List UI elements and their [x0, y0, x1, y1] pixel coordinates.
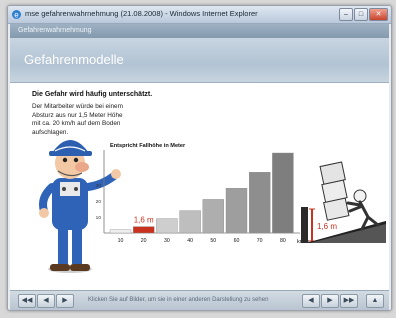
bar-80 — [272, 152, 294, 234]
page-header: Gefahrenmodelle — [10, 38, 389, 83]
x-tick-label: 50 — [210, 238, 216, 244]
browser-window: e mse gefahrenwahrnehmung (21.08.2008) -… — [7, 5, 392, 311]
x-tick-label: 80 — [280, 238, 286, 244]
y-tick-label: 30 — [96, 183, 102, 189]
internet-explorer-icon: e — [12, 10, 21, 20]
content-heading: Die Gefahr wird häufig unterschätzt. — [32, 91, 153, 98]
content-area: Entspricht Fallhöhe in Meter km/h 102030… — [10, 83, 389, 290]
window-title: mse gefahrenwahrnehmung (21.08.2008) - W… — [25, 9, 258, 18]
play-button[interactable]: ▶ — [56, 294, 74, 308]
worker-character-illustration — [39, 140, 121, 273]
y-tick-label: 10 — [96, 215, 102, 221]
highlight-value-label: 1,6 m — [134, 216, 154, 225]
next-button[interactable]: ▶ — [321, 294, 339, 308]
bar-20 — [132, 226, 155, 234]
last-page-button[interactable]: ▶▶ — [340, 294, 358, 308]
bar-10 — [109, 229, 132, 234]
scroll-top-button[interactable]: ▲ — [366, 294, 384, 308]
y-tick-label: 20 — [96, 199, 102, 205]
bar-70 — [248, 171, 271, 234]
side-height-label: 1,6 m — [317, 222, 337, 231]
content-description: Der Mitarbeiter würde bei einem Absturz … — [32, 103, 123, 136]
height-marker-illustration — [301, 207, 315, 243]
svg-text:e: e — [14, 11, 19, 20]
chart-title: Entspricht Fallhöhe in Meter — [110, 143, 186, 149]
x-tick-label: 20 — [141, 238, 147, 244]
x-tick-label: 70 — [257, 238, 263, 244]
navigation-bar: ◀◀ ◀ ▶ Klicken Sie auf Bilder, um sie in… — [10, 290, 389, 310]
title-bar: e mse gefahrenwahrnehmung (21.08.2008) -… — [8, 6, 391, 24]
back-button[interactable]: ◀ — [302, 294, 320, 308]
first-page-button[interactable]: ◀◀ — [18, 294, 36, 308]
status-hint: Klicken Sie auf Bilder, um sie in einer … — [88, 297, 269, 303]
x-tick-label: 40 — [187, 238, 193, 244]
minimize-button[interactable]: – — [339, 8, 353, 21]
x-tick-label: 60 — [234, 238, 240, 244]
maximize-button[interactable]: □ — [354, 8, 368, 21]
bar-50 — [202, 199, 225, 234]
module-label: Gefahrenwahrnehmung — [18, 27, 92, 34]
previous-button[interactable]: ◀ — [37, 294, 55, 308]
bar-30 — [156, 218, 178, 234]
bar-60 — [225, 187, 248, 234]
page-title: Gefahrenmodelle — [24, 52, 124, 67]
x-tick-label: 30 — [164, 238, 170, 244]
close-button[interactable]: ✕ — [369, 8, 388, 21]
bar-40 — [179, 210, 201, 234]
module-bar: Gefahrenwahrnehmung — [10, 24, 389, 38]
x-tick-label: 10 — [118, 238, 124, 244]
